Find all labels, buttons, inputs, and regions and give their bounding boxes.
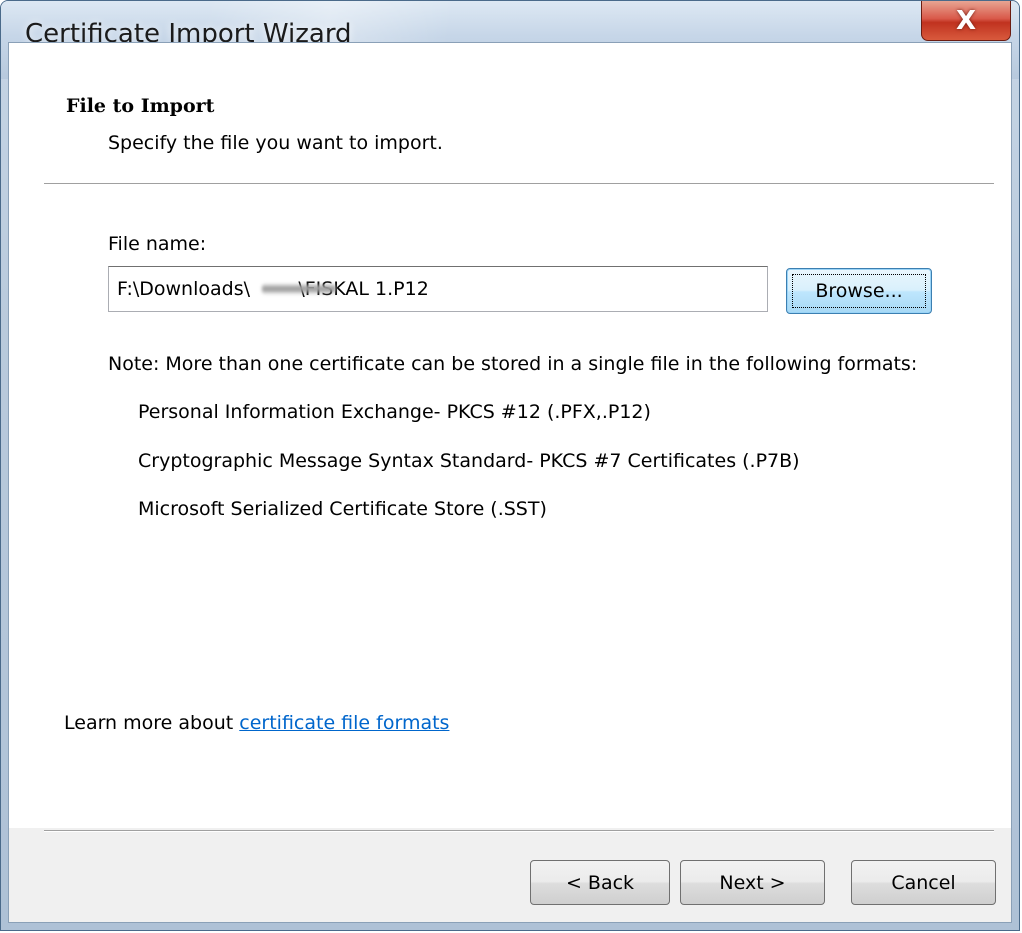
format-item-sst: Microsoft Serialized Certificate Store (… [138,498,547,520]
certificate-file-formats-link[interactable]: certificate file formats [239,712,449,734]
file-name-input[interactable] [108,266,768,312]
learn-more-text: Learn more about certificate file format… [64,712,449,734]
note-text: Note: More than one certificate can be s… [108,353,918,375]
format-item-p7b: Cryptographic Message Syntax Standard- P… [138,450,800,472]
wizard-content [8,42,1012,923]
file-name-label: File name: [108,233,207,255]
page-title: File to Import [66,95,215,117]
page-subtitle: Specify the file you want to import. [108,132,443,154]
back-button[interactable]: < Back [530,860,670,905]
header-divider [44,183,994,185]
footer-divider [44,830,994,832]
cancel-button[interactable]: Cancel [851,860,996,905]
browse-button[interactable]: Browse... [786,268,932,314]
focus-ring [792,274,926,308]
back-button-label: < Back [565,871,635,894]
browse-button-label: Browse... [815,280,903,302]
next-button-label: Next > [719,871,786,894]
cancel-button-label: Cancel [891,871,956,894]
close-button[interactable]: X [921,1,1011,41]
next-button[interactable]: Next > [680,860,825,905]
learn-more-prefix: Learn more about [64,712,240,734]
close-icon: X [955,5,977,36]
format-item-pfx: Personal Information Exchange- PKCS #12 … [138,401,651,423]
redacted-path-segment [262,283,336,295]
